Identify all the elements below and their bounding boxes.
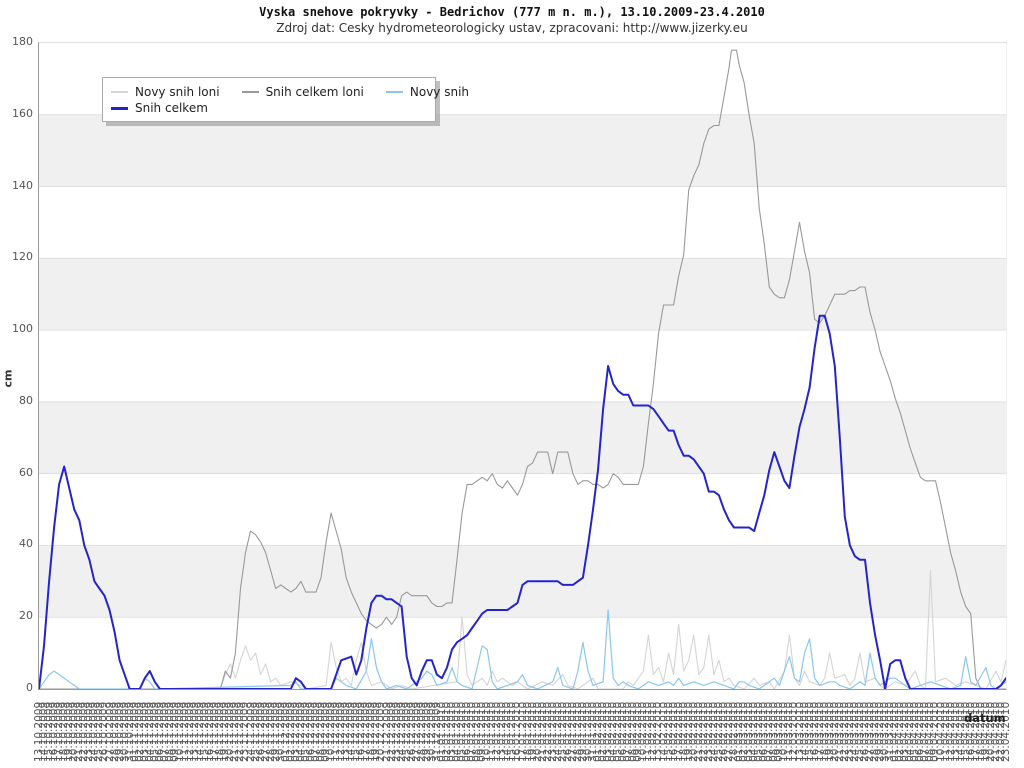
series-line-novy-snih [39, 610, 1006, 689]
y-tick-label: 80 [0, 394, 33, 407]
y-tick-label: 40 [0, 537, 33, 550]
plot-area [38, 42, 1007, 690]
y-tick-label: 140 [0, 179, 33, 192]
background-band [39, 115, 1006, 187]
snih-celkem-line-swatch [111, 107, 128, 110]
page-subtitle: Zdroj dat: Cesky hydrometeorologicky ust… [0, 21, 1024, 35]
legend-label: Snih celkem loni [266, 85, 364, 99]
y-tick-label: 20 [0, 609, 33, 622]
legend-row: Snih celkem [111, 100, 435, 116]
y-tick-label: 60 [0, 466, 33, 479]
legend-item-snih-celkem: Snih celkem [111, 101, 208, 115]
snih-celkem-loni-line-swatch [242, 91, 259, 93]
y-tick-label: 180 [0, 35, 33, 48]
chart-canvas [39, 43, 1006, 689]
legend-label: Snih celkem [135, 101, 208, 115]
series-line-snih-celkem [39, 316, 1006, 689]
snow-depth-chart-page: Vyska snehove pokryvky - Bedrichov (777 … [0, 0, 1024, 768]
legend-box: Novy snih loni Snih celkem loni Novy sni… [102, 77, 436, 122]
legend-item-novy-snih-loni: Novy snih loni [111, 85, 220, 99]
y-tick-label: 160 [0, 107, 33, 120]
legend-row: Novy snih loni Snih celkem loni Novy sni… [111, 84, 435, 100]
page-title: Vyska snehove pokryvky - Bedrichov (777 … [0, 5, 1024, 19]
y-axis-title: cm [1, 370, 14, 388]
background-band [39, 402, 1006, 474]
background-band [39, 545, 1006, 617]
novy-snih-line-swatch [386, 91, 403, 93]
legend-item-snih-celkem-loni: Snih celkem loni [242, 85, 364, 99]
y-tick-label: 120 [0, 250, 33, 263]
y-tick-label: 0 [0, 681, 33, 694]
novy-snih-loni-line-swatch [111, 91, 128, 93]
y-tick-label: 100 [0, 322, 33, 335]
legend-label: Novy snih [410, 85, 469, 99]
legend-item-novy-snih: Novy snih [386, 85, 469, 99]
x-axis-title: datum [964, 711, 1006, 725]
legend-label: Novy snih loni [135, 85, 220, 99]
background-band [39, 258, 1006, 330]
